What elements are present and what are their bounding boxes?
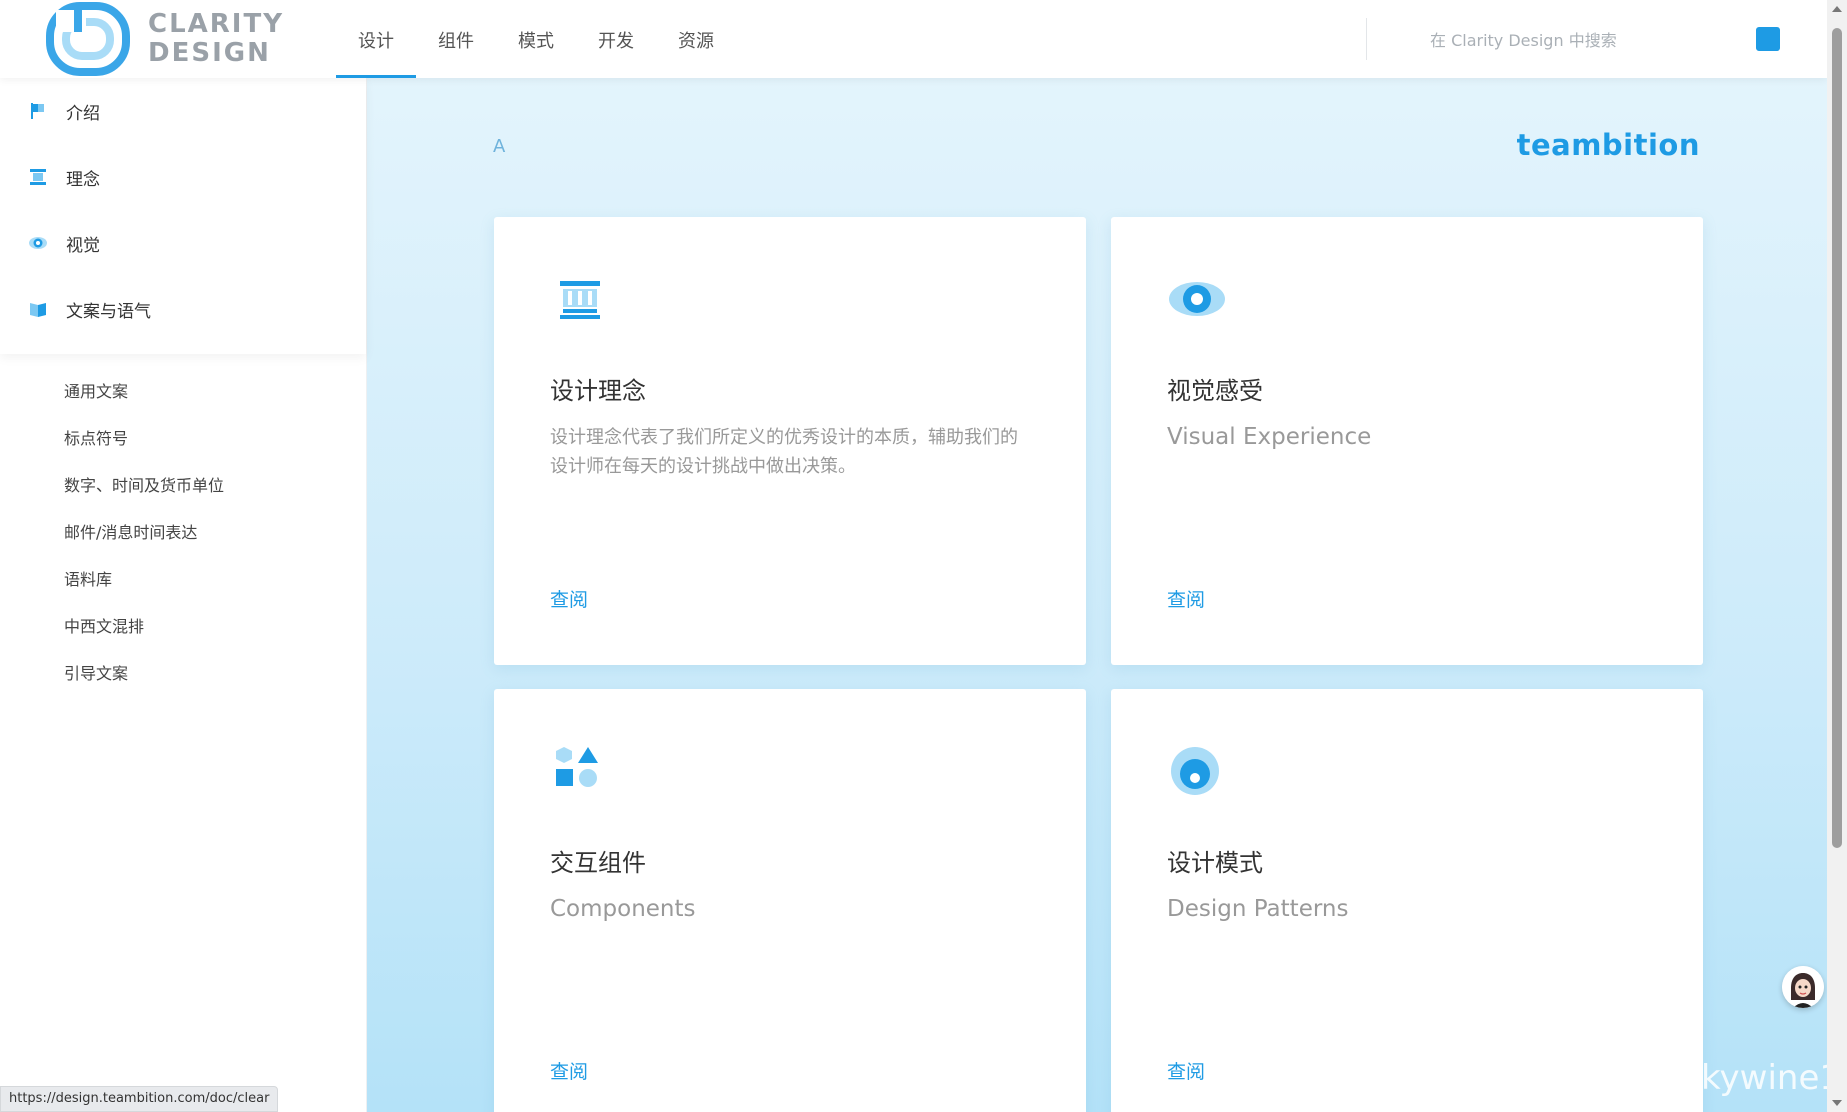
sidebar-subitem[interactable]: 中西文混排 [0, 603, 366, 650]
eye-icon [1169, 282, 1225, 316]
eye-icon [28, 233, 48, 253]
card-title: 视觉感受 [1167, 377, 1263, 405]
sidebar-subitem[interactable]: 引导文案 [0, 650, 366, 697]
watermark: CSDN @jackywine1 [1510, 1058, 1841, 1098]
top-nav: 设计 组件 模式 开发 资源 [336, 0, 736, 78]
logo-text[interactable]: CLARITY DESIGN [148, 10, 284, 68]
sidebar-item-copywriting[interactable]: 文案与语气 [0, 276, 366, 342]
card-view-link[interactable]: 查阅 [1167, 585, 1205, 612]
card-components[interactable]: 交互组件 Components 查阅 [494, 689, 1086, 1112]
sidebar: 介绍 理念 视觉 文案与语气 通用文案 标点符号 数字、时间及货币单位 邮件/消… [0, 78, 367, 1112]
top-header: CLARITY DESIGN 设计 组件 模式 开发 资源 [0, 0, 1827, 78]
sidebar-item-visual[interactable]: 视觉 [0, 210, 366, 276]
card-view-link[interactable]: 查阅 [550, 1057, 588, 1084]
card-view-link[interactable]: 查阅 [1167, 1057, 1205, 1084]
assistant-avatar[interactable] [1782, 966, 1824, 1008]
sidebar-item-label: 视觉 [66, 235, 100, 256]
flag-icon [28, 101, 48, 121]
card-description: Components [550, 896, 696, 922]
sidebar-subitem[interactable]: 通用文案 [0, 368, 366, 415]
sidebar-subitem[interactable]: 标点符号 [0, 415, 366, 462]
sidebar-item-label: 文案与语气 [66, 301, 151, 322]
pillar-icon [28, 167, 48, 187]
logo-line-1: CLARITY [148, 9, 285, 39]
sidebar-main-list: 介绍 理念 视觉 文案与语气 [0, 78, 366, 354]
nav-develop[interactable]: 开发 [576, 0, 656, 78]
logo-line-2: DESIGN [148, 38, 271, 68]
target-icon [1171, 747, 1219, 795]
page-scrollbar[interactable] [1827, 0, 1847, 1112]
sidebar-item-label: 介绍 [66, 103, 100, 124]
nav-components[interactable]: 组件 [416, 0, 496, 78]
nav-resources[interactable]: 资源 [656, 0, 736, 78]
nav-patterns[interactable]: 模式 [496, 0, 576, 78]
sidebar-subitem[interactable]: 数字、时间及货币单位 [0, 462, 366, 509]
main-content: A teambition 设计理念 设计理念代表了我们所定义的优秀设计的本质，辅… [367, 78, 1827, 1112]
sidebar-item-philosophy[interactable]: 理念 [0, 144, 366, 210]
scroll-down-icon[interactable] [1832, 1100, 1842, 1106]
menu-square-button[interactable] [1756, 27, 1780, 51]
card-title: 设计模式 [1167, 849, 1263, 877]
card-title: 设计理念 [550, 377, 646, 405]
shapes-icon [556, 747, 598, 787]
sidebar-sub-list: 通用文案 标点符号 数字、时间及货币单位 邮件/消息时间表达 语料库 中西文混排… [0, 354, 366, 697]
search-input[interactable] [1428, 24, 1732, 56]
pillar-icon [560, 281, 600, 319]
card-design-philosophy[interactable]: 设计理念 设计理念代表了我们所定义的优秀设计的本质，辅助我们的设计师在每天的设计… [494, 217, 1086, 665]
card-design-patterns[interactable]: 设计模式 Design Patterns 查阅 [1111, 689, 1703, 1112]
scroll-up-icon[interactable] [1832, 6, 1842, 12]
card-visual-experience[interactable]: 视觉感受 Visual Experience 查阅 [1111, 217, 1703, 665]
card-description: Visual Experience [1167, 424, 1372, 450]
card-title: 交互组件 [550, 849, 646, 877]
sidebar-subitem[interactable]: 邮件/消息时间表达 [0, 509, 366, 556]
breadcrumb: A [493, 136, 506, 157]
nav-design[interactable]: 设计 [336, 0, 416, 78]
clarity-logo-icon[interactable] [46, 2, 130, 76]
sidebar-item-intro[interactable]: 介绍 [0, 78, 366, 144]
card-description: 设计理念代表了我们所定义的优秀设计的本质，辅助我们的设计师在每天的设计挑战中做出… [550, 427, 1018, 477]
header-divider [1366, 18, 1367, 60]
card-view-link[interactable]: 查阅 [550, 585, 588, 612]
card-description: Design Patterns [1167, 896, 1349, 922]
sidebar-item-label: 理念 [66, 169, 100, 190]
status-url: https://design.teambition.com/doc/clear [0, 1086, 279, 1112]
book-icon [28, 299, 48, 319]
teambition-brand[interactable]: teambition [1517, 128, 1700, 162]
scroll-thumb[interactable] [1832, 28, 1842, 848]
sidebar-subitem[interactable]: 语料库 [0, 556, 366, 603]
